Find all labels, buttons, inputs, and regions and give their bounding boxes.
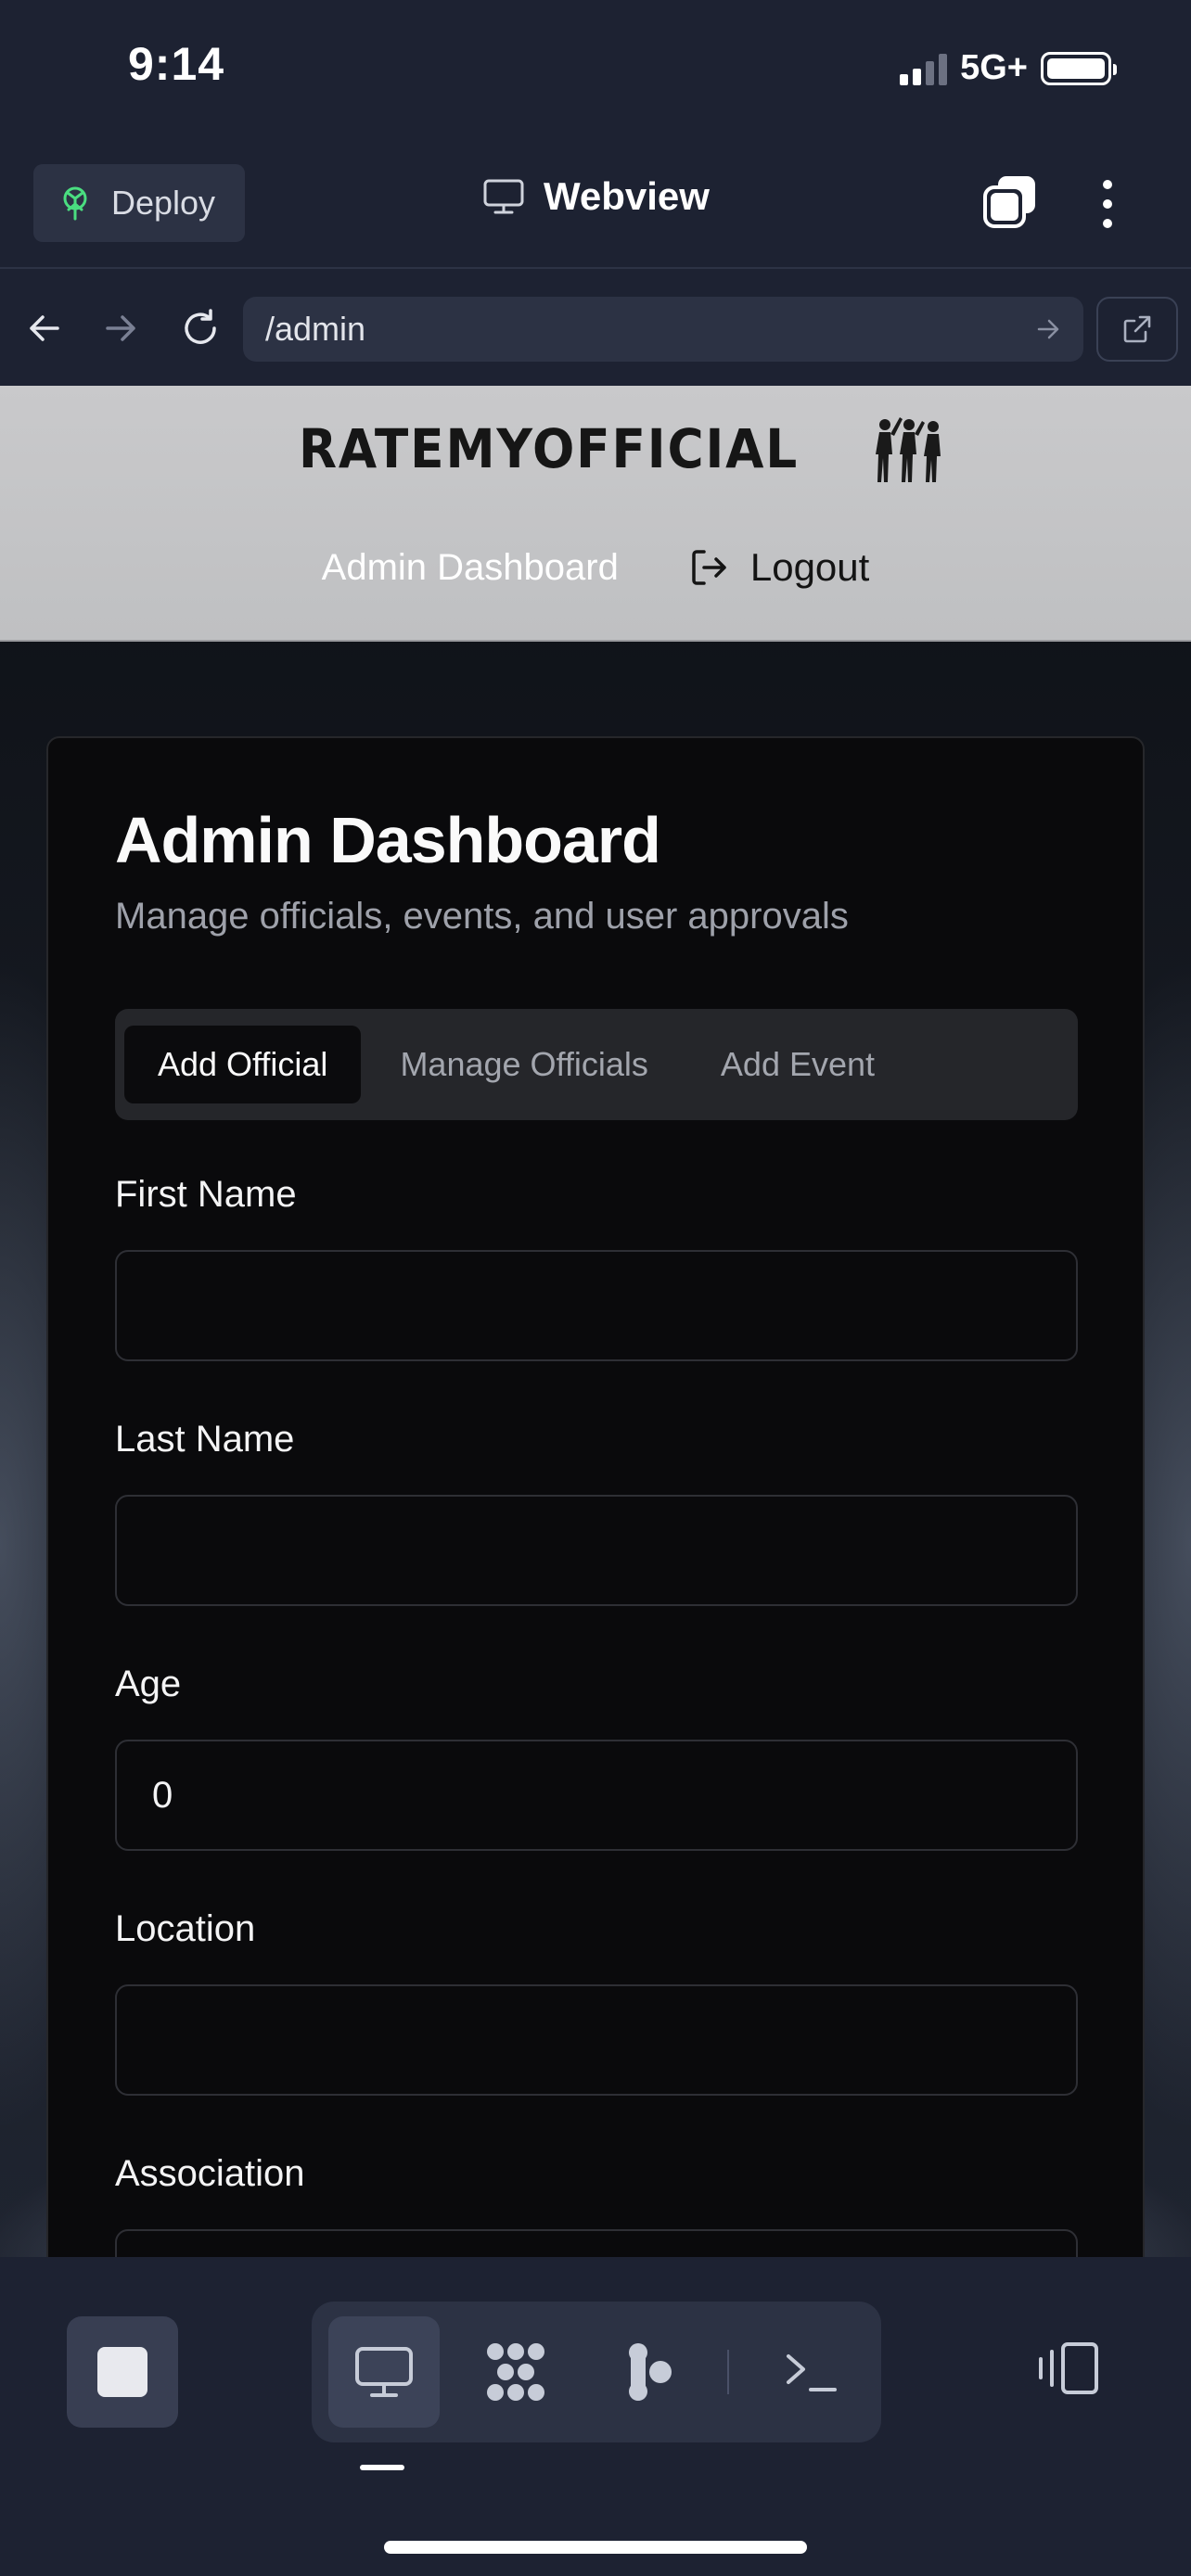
tabs-button[interactable] (981, 172, 1039, 230)
signal-icon (900, 52, 948, 85)
status-time: 9:14 (128, 38, 225, 90)
last-name-input[interactable] (115, 1495, 1078, 1606)
age-input[interactable] (115, 1740, 1078, 1851)
tab-manage-officials[interactable]: Manage Officials (366, 1026, 681, 1103)
forward-arrow-icon[interactable] (93, 300, 148, 356)
top-toolbar: Deploy Webview (0, 148, 1191, 269)
association-label: Association (115, 2153, 305, 2194)
battery-icon (1041, 51, 1117, 85)
logout-button[interactable]: Logout (689, 545, 869, 590)
association-input[interactable] (115, 2229, 1078, 2257)
logo-text: RATEMYOFFICIAL (299, 417, 800, 480)
logout-icon (692, 550, 726, 585)
terminal-tab-button[interactable] (755, 2316, 866, 2428)
tab-add-event[interactable]: Add Event (687, 1026, 908, 1103)
site-header: RATEMYOFFICIAL Admin Dashboard Logout (0, 386, 1191, 642)
dashboard-tabs: Add Official Manage Officials Add Event (115, 1009, 1078, 1120)
webview-title: Webview (482, 174, 710, 219)
tab-add-official[interactable]: Add Official (124, 1026, 362, 1103)
dock-tab-group (312, 2302, 881, 2442)
bottom-dock (0, 2257, 1191, 2576)
stop-button[interactable] (67, 2316, 178, 2428)
webview-content: RATEMYOFFICIAL Admin Dashboard Logout Ad… (0, 386, 1191, 2257)
back-arrow-icon[interactable] (17, 300, 72, 356)
webview-tab-button[interactable] (328, 2316, 440, 2428)
deploy-icon (63, 186, 87, 221)
split-view-button[interactable] (1035, 2331, 1102, 2405)
site-logo[interactable]: RATEMYOFFICIAL (299, 414, 948, 484)
deploy-label: Deploy (111, 184, 216, 222)
logout-label: Logout (749, 545, 870, 589)
reload-icon[interactable] (173, 300, 228, 356)
tabs-icon (983, 176, 1035, 228)
stop-icon (97, 2347, 147, 2397)
terminal-icon (787, 2354, 837, 2391)
site-nav: Admin Dashboard Logout (0, 545, 1191, 590)
workspace-tab-button[interactable] (460, 2316, 571, 2428)
webview-icon (355, 2347, 413, 2397)
home-indicator (384, 2541, 807, 2554)
external-link-icon[interactable] (1096, 297, 1178, 362)
page-title: Admin Dashboard (115, 804, 661, 876)
webview-title-text: Webview (544, 174, 710, 218)
url-text: /admin (265, 310, 366, 348)
first-name-input[interactable] (115, 1250, 1078, 1361)
age-label: Age (115, 1664, 182, 1704)
url-input[interactable]: /admin (243, 297, 1083, 362)
status-indicators: 5G+ (900, 48, 1117, 88)
active-tab-indicator (360, 2465, 404, 2470)
deploy-button[interactable]: Deploy (33, 164, 245, 242)
monitor-icon (483, 179, 524, 214)
last-name-label: Last Name (115, 1419, 295, 1460)
agent-icon (629, 2343, 672, 2401)
status-bar: 9:14 5G+ (0, 0, 1191, 139)
network-type: 5G+ (960, 48, 1028, 87)
url-bar: /admin (0, 274, 1191, 386)
first-name-label: First Name (115, 1174, 297, 1215)
go-arrow-icon[interactable] (1035, 316, 1061, 342)
page-subtitle: Manage officials, events, and user appro… (115, 896, 849, 937)
referees-logo-icon (876, 417, 941, 482)
dock-divider (727, 2350, 729, 2394)
location-input[interactable] (115, 1984, 1078, 2096)
admin-dashboard-card: Admin Dashboard Manage officials, events… (46, 736, 1145, 2257)
workspace-icon (487, 2343, 544, 2401)
location-label: Location (115, 1908, 256, 1949)
split-view-icon (1039, 2342, 1098, 2394)
agent-tab-button[interactable] (594, 2316, 705, 2428)
more-vertical-icon[interactable] (1091, 176, 1124, 232)
nav-admin-dashboard-link[interactable]: Admin Dashboard (322, 547, 619, 589)
